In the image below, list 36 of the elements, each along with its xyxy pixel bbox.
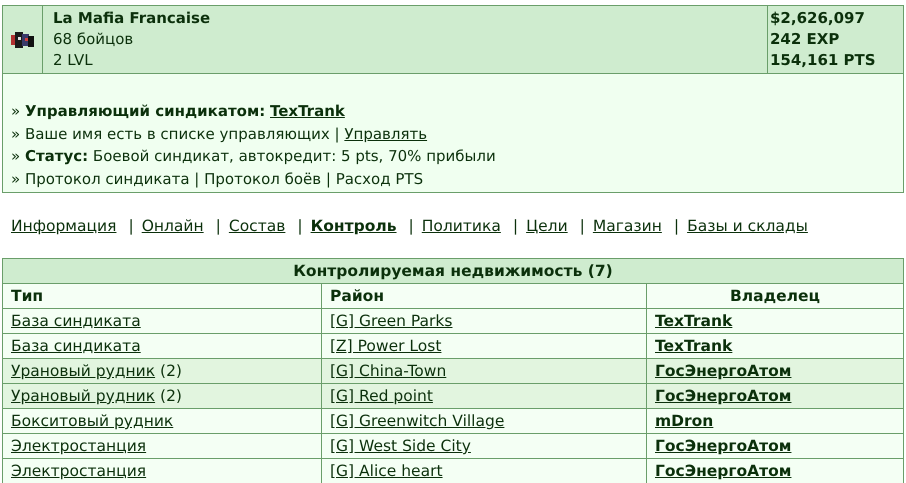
info-line: » Ваше имя есть в списке управляющих | Управлять [11,124,428,144]
count-label: (2) [159,362,182,380]
column-header: Владелец [646,284,904,308]
name-link[interactable]: Управлять [344,124,428,142]
count-label: (2) [159,387,182,405]
nav-separator: | [216,217,221,235]
column-header: Район [322,284,646,308]
type-link[interactable]: Урановый рудник [11,387,156,405]
nav-tab[interactable]: Цели [526,217,568,235]
nav-tab[interactable]: Политика [422,217,501,235]
nav-tab[interactable]: Базы и склады [687,217,808,235]
nav-separator: | [674,217,680,235]
table-title: Контролируемая недвижимость (7) [2,258,904,284]
type-link[interactable]: Урановый рудник [11,362,156,380]
nav-separator: | [580,217,585,235]
syndicate-name: La Mafia Francaise [53,8,212,29]
nav-separator: | [128,217,134,235]
nav-tab[interactable]: Магазин [592,217,662,235]
name-link[interactable]: TexTrank [270,102,345,120]
nav-separator: | [297,217,303,235]
nav-separator: | [512,217,518,235]
info-line: » Протокол синдиката | Протокол боёв | Расход PTS [11,168,424,190]
nav-tab[interactable]: Состав [228,217,286,235]
exp-amount: 242 EXP [770,29,840,50]
syndicate-level: 2 LVL [53,50,94,71]
fighters-count: 68 бойцов [53,29,134,50]
column-header: Тип [2,284,322,308]
nav-tab[interactable]: Информация [11,217,116,235]
nav-tab[interactable]: Контроль [310,217,397,235]
pts-amount: 154,161 PTS [770,50,877,71]
info-line: » Статус: Боевой синдикат, автокредит: 5 pts, 70% прибыли [11,146,497,167]
info-line: » Управляющий синдикатом: TexTrank [11,101,346,122]
money-amount: $2,626,097 [770,8,866,29]
owner-link[interactable]: mDron [655,412,714,430]
nav-separator: | [408,217,414,235]
nav-tab[interactable]: Онлайн [142,217,204,235]
